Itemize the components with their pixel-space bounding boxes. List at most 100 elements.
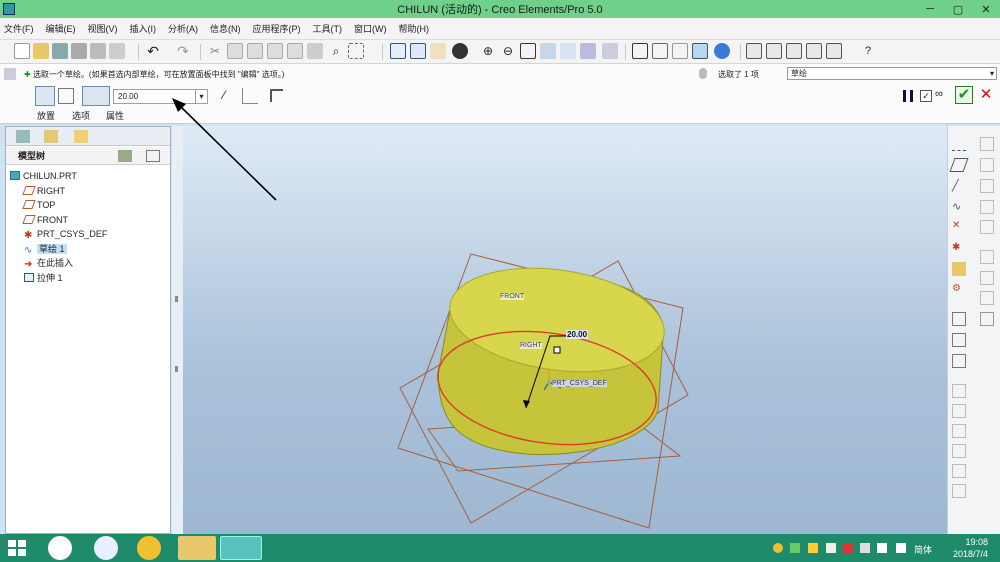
revolve-tool-icon[interactable] xyxy=(980,158,994,172)
graphics-window[interactable]: FRONT RIGHT 20.00 PRT_CSYS_DEF xyxy=(183,126,947,534)
mirror-tool-icon[interactable] xyxy=(980,250,994,264)
repaint-icon[interactable] xyxy=(390,43,406,59)
depth-option-icon[interactable] xyxy=(82,86,110,106)
datum-planes-icon[interactable] xyxy=(746,43,762,59)
model-tree-tab-icon[interactable] xyxy=(16,130,30,143)
creo-taskbar-button[interactable] xyxy=(220,536,262,560)
undo-icon[interactable]: ↶ xyxy=(145,43,161,59)
wireframe-icon[interactable] xyxy=(632,43,648,59)
sweep-tool-icon[interactable] xyxy=(980,179,994,193)
analysis-tool-icon[interactable] xyxy=(952,262,966,276)
saved-views-icon[interactable] xyxy=(560,43,576,59)
context-help-icon[interactable]: ? xyxy=(860,43,876,59)
depth-input[interactable]: 20.00 ▾ xyxy=(113,89,208,104)
solid-extrude-icon[interactable] xyxy=(35,86,55,106)
csys-display-icon[interactable] xyxy=(806,43,822,59)
tree-item-front[interactable]: FRONT xyxy=(22,214,68,227)
folder-browser-tab-icon[interactable] xyxy=(44,130,58,143)
menu-analysis[interactable]: 分析(A) xyxy=(168,22,198,35)
pause-icon[interactable] xyxy=(903,90,913,102)
tree-item-sketch[interactable]: ∿ 草绘 1 xyxy=(24,243,67,256)
boundary-tool-icon[interactable] xyxy=(980,220,994,234)
tray-volume-icon[interactable] xyxy=(896,543,906,553)
datum-axes-icon[interactable] xyxy=(766,43,782,59)
tray-device-icon[interactable] xyxy=(860,543,870,553)
spin-center-icon[interactable] xyxy=(410,43,426,59)
extend-tool-icon[interactable] xyxy=(980,271,994,285)
sogou-browser-icon[interactable] xyxy=(48,536,72,560)
shading-icon[interactable] xyxy=(692,43,708,59)
regen-manager-icon[interactable] xyxy=(307,43,323,59)
minimize-button[interactable]: ─ xyxy=(916,0,944,18)
tree-item-insert-here[interactable]: ➜ 在此插入 xyxy=(24,257,73,270)
regenerate-icon[interactable] xyxy=(287,43,303,59)
view-manager-icon[interactable] xyxy=(602,43,618,59)
trim-tool-icon[interactable] xyxy=(952,354,966,368)
clock[interactable]: 19:08 2018/7/4 xyxy=(953,536,988,560)
apply-button[interactable]: ✔ xyxy=(955,86,973,104)
close-button[interactable]: ✕ xyxy=(972,0,1000,18)
input-method[interactable]: 简体 xyxy=(914,543,932,556)
model-graphics[interactable] xyxy=(183,126,947,534)
preview-checkbox[interactable]: ✓ xyxy=(920,90,932,102)
menu-edit[interactable]: 编辑(E) xyxy=(46,22,76,35)
filter-select[interactable]: 草绘 ▾ xyxy=(787,67,997,80)
menu-help[interactable]: 帮助(H) xyxy=(399,22,430,35)
restore-button[interactable]: ▢ xyxy=(944,0,972,18)
tray-flag-icon[interactable] xyxy=(826,543,836,553)
panel-splitter[interactable] xyxy=(172,126,183,534)
enhanced-realism-icon[interactable] xyxy=(714,43,730,59)
select-box-icon[interactable] xyxy=(348,43,364,59)
paste-special-icon[interactable] xyxy=(267,43,283,59)
menu-window[interactable]: 窗口(W) xyxy=(354,22,387,35)
blend-tool-icon[interactable] xyxy=(980,200,994,214)
shell-tool-icon[interactable] xyxy=(952,404,966,418)
datum-points-icon[interactable] xyxy=(786,43,802,59)
copy-icon[interactable] xyxy=(227,43,243,59)
paint-icon[interactable] xyxy=(137,536,161,560)
save-icon[interactable] xyxy=(52,43,68,59)
tray-network-icon[interactable] xyxy=(877,543,887,553)
tree-item-right[interactable]: RIGHT xyxy=(22,185,65,198)
menu-file[interactable]: 文件(F) xyxy=(4,22,34,35)
curve-tool-icon[interactable]: ∿ xyxy=(952,200,966,214)
open-file-icon[interactable] xyxy=(33,43,49,59)
menu-insert[interactable]: 插入(I) xyxy=(130,22,157,35)
cancel-button[interactable]: ✕ xyxy=(978,86,994,104)
orient-mode-icon[interactable] xyxy=(430,43,446,59)
merge-tool-icon[interactable] xyxy=(952,333,966,347)
flip-direction-icon[interactable]: ⁄ xyxy=(216,88,232,104)
tab-options[interactable]: 选项 xyxy=(72,109,90,122)
tree-item-part[interactable]: CHILUN.PRT xyxy=(10,170,77,183)
tab-properties[interactable]: 属性 xyxy=(106,109,124,122)
start-button[interactable] xyxy=(8,540,26,556)
sketch-tool-icon[interactable] xyxy=(952,137,966,151)
send-link-icon[interactable] xyxy=(109,43,125,59)
pattern-tool-icon[interactable] xyxy=(980,312,994,326)
point-tool-icon[interactable]: ✕ xyxy=(952,220,966,234)
reorient-icon[interactable] xyxy=(540,43,556,59)
menu-view[interactable]: 视图(V) xyxy=(88,22,118,35)
dashboard-toggle-icon[interactable] xyxy=(4,68,16,80)
hole-tool-icon[interactable] xyxy=(952,384,966,398)
refit-icon[interactable] xyxy=(520,43,536,59)
show-menu-icon[interactable] xyxy=(146,150,160,162)
appearance-icon[interactable] xyxy=(452,43,468,59)
layers-icon[interactable] xyxy=(580,43,596,59)
new-file-icon[interactable] xyxy=(14,43,30,59)
glasses-icon[interactable]: ∞ xyxy=(935,88,949,102)
tab-placement[interactable]: 放置 xyxy=(37,109,55,122)
offset-tool-icon[interactable] xyxy=(980,291,994,305)
baidu-netdisk-icon[interactable] xyxy=(94,536,118,560)
draft-tool-icon[interactable] xyxy=(952,444,966,458)
zoom-out-icon[interactable]: ⊖ xyxy=(500,43,516,59)
redo-icon[interactable]: ↷ xyxy=(175,43,191,59)
send-mail-icon[interactable] xyxy=(90,43,106,59)
plane-tool-icon[interactable] xyxy=(949,158,969,172)
tree-item-top[interactable]: TOP xyxy=(22,199,55,212)
axis-tool-icon[interactable]: ╱ xyxy=(952,179,966,193)
tray-app-icon[interactable] xyxy=(773,543,783,553)
menu-info[interactable]: 信息(N) xyxy=(210,22,241,35)
hidden-line-icon[interactable] xyxy=(652,43,668,59)
paste-icon[interactable] xyxy=(247,43,263,59)
